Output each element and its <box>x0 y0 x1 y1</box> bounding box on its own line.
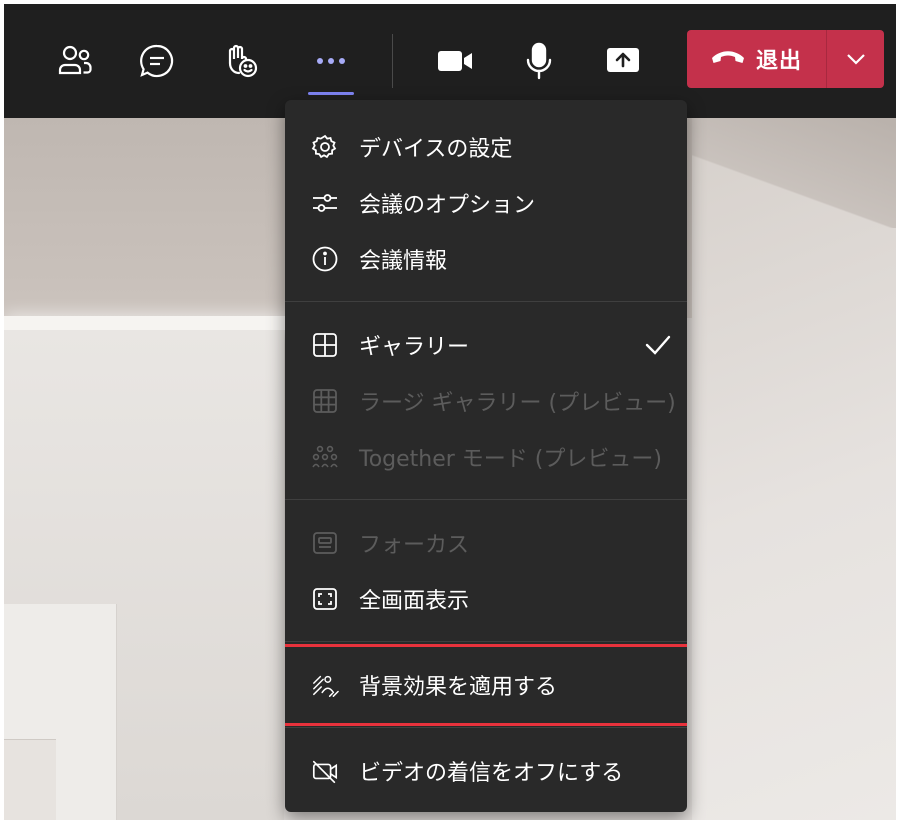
camera-icon <box>435 46 475 76</box>
raise-hand-icon <box>221 41 261 81</box>
menu-separator <box>285 641 687 642</box>
leave-button[interactable]: 退出 <box>687 30 825 88</box>
menu-item-label: Together モード (プレビュー) <box>359 447 662 472</box>
microphone-button[interactable] <box>516 38 562 84</box>
menu-item-label: 全画面表示 <box>359 589 470 614</box>
camera-button[interactable] <box>432 38 478 84</box>
together-mode-icon <box>311 443 339 471</box>
leave-control: 退出 <box>687 30 884 88</box>
leave-label: 退出 <box>755 49 802 74</box>
chat-icon <box>137 41 177 81</box>
chevron-down-icon <box>846 50 866 69</box>
phone-hangup-icon <box>710 47 746 71</box>
menu-item-device-settings[interactable]: デバイスの設定 <box>285 119 687 175</box>
share-screen-button[interactable] <box>600 38 646 84</box>
more-actions-menu: デバイスの設定 会議のオプション 会議情報 ギャラリー ラージ ギャラリー (プ… <box>285 100 687 812</box>
large-grid-icon <box>311 387 339 415</box>
meeting-window: 退出 デバイスの設定 会議のオプション 会議情報 ギャラリー ラージ ギャラリー… <box>4 4 896 820</box>
fullscreen-icon <box>311 585 339 613</box>
menu-item-large-gallery: ラージ ギャラリー (プレビュー) <box>285 373 687 429</box>
checkmark-icon <box>643 330 673 360</box>
grid-icon <box>311 331 339 359</box>
reactions-button[interactable] <box>218 38 264 84</box>
menu-separator <box>285 499 687 500</box>
chat-button[interactable] <box>134 38 180 84</box>
menu-item-fullscreen[interactable]: 全画面表示 <box>285 571 687 627</box>
microphone-icon <box>522 41 556 81</box>
menu-separator <box>285 301 687 302</box>
menu-item-turn-off-incoming-video[interactable]: ビデオの着信をオフにする <box>285 743 687 799</box>
menu-separator <box>285 727 687 728</box>
menu-item-gallery[interactable]: ギャラリー <box>285 317 687 373</box>
video-off-icon <box>311 757 339 785</box>
menu-item-focus: フォーカス <box>285 515 687 571</box>
menu-item-together-mode: Together モード (プレビュー) <box>285 429 687 485</box>
menu-item-label: デバイスの設定 <box>359 137 513 162</box>
sliders-icon <box>311 189 339 217</box>
info-icon <box>311 245 339 273</box>
menu-item-label: 会議情報 <box>359 249 448 274</box>
focus-icon <box>311 529 339 557</box>
highlight-box <box>285 644 687 726</box>
leave-options-button[interactable] <box>827 30 884 88</box>
people-button[interactable] <box>52 38 98 84</box>
people-icon <box>55 41 95 81</box>
menu-item-label: ラージ ギャラリー (プレビュー) <box>359 391 676 416</box>
active-indicator <box>308 92 354 95</box>
menu-item-label: ギャラリー <box>359 335 470 360</box>
toolbar-divider <box>392 34 393 88</box>
menu-item-label: 会議のオプション <box>359 193 536 218</box>
menu-item-meeting-options[interactable]: 会議のオプション <box>285 175 687 231</box>
gear-icon <box>311 133 339 161</box>
more-actions-button[interactable] <box>308 38 354 84</box>
share-screen-icon <box>603 44 643 78</box>
menu-item-meeting-info[interactable]: 会議情報 <box>285 231 687 287</box>
more-icon <box>311 51 351 71</box>
menu-item-label: ビデオの着信をオフにする <box>359 761 624 786</box>
menu-item-label: フォーカス <box>359 533 470 558</box>
